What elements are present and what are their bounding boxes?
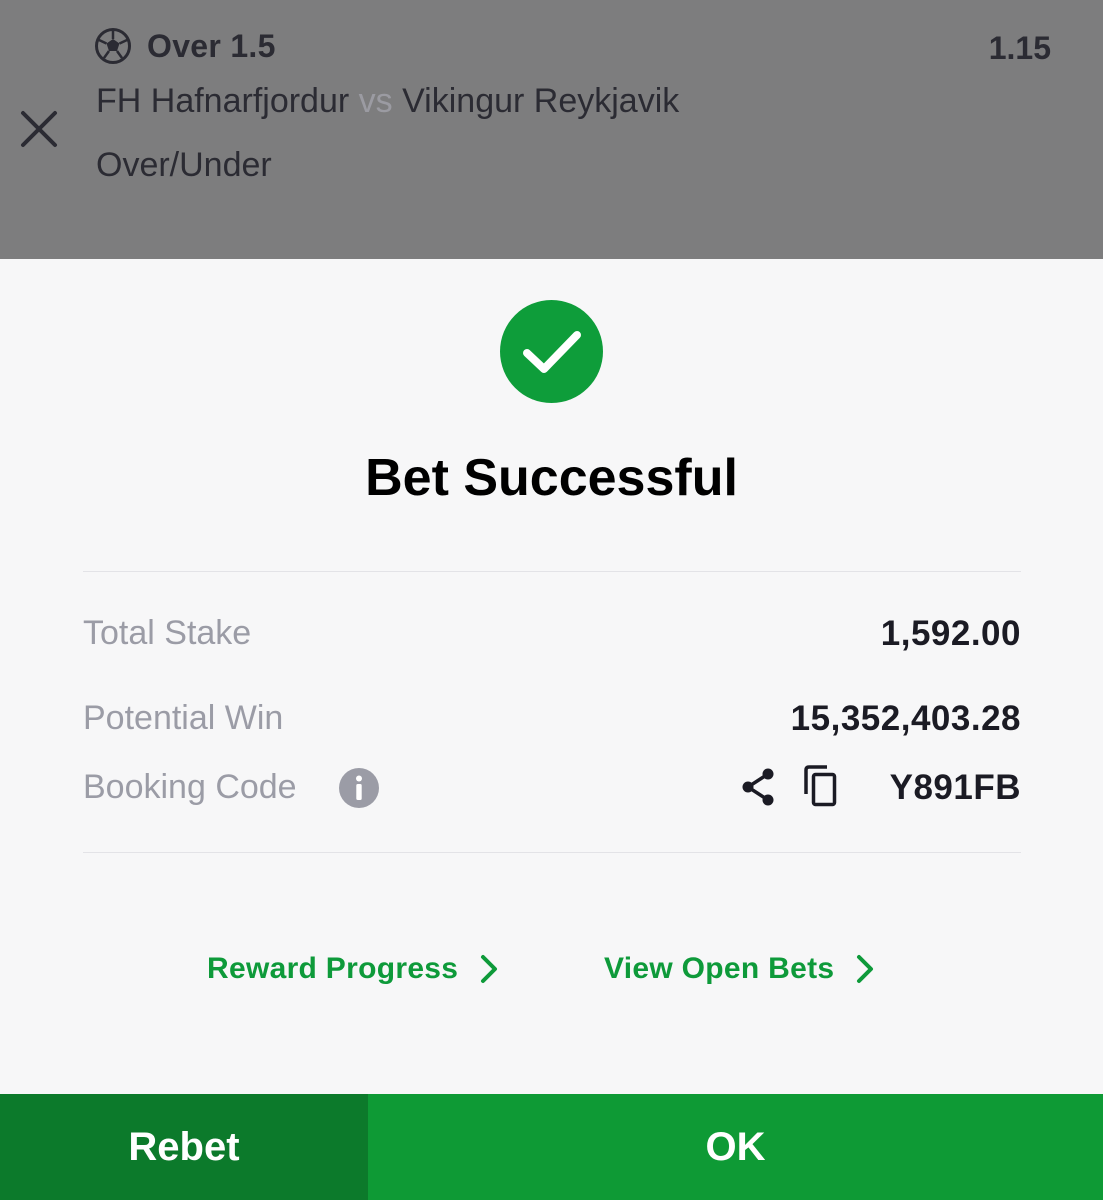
info-icon[interactable] <box>338 767 380 809</box>
selection-odds: 1.15 <box>988 30 1051 66</box>
share-icon[interactable] <box>737 766 779 808</box>
home-team: FH Hafnarfjordur <box>96 82 350 120</box>
chevron-right-icon <box>481 955 498 983</box>
check-icon <box>522 330 581 373</box>
view-open-bets-link[interactable]: View Open Bets <box>604 952 874 986</box>
total-stake-value: 1,592.00 <box>880 614 1021 653</box>
bet-slip-item: Over 1.5 1.15 FH Hafnarfjordur vs Viking… <box>0 0 1103 259</box>
potential-win-value: 15,352,403.28 <box>790 699 1021 738</box>
view-open-bets-label: View Open Bets <box>604 952 835 985</box>
divider-top <box>83 571 1021 572</box>
booking-code-value[interactable]: Y891FB <box>890 768 1021 808</box>
rebet-button[interactable]: Rebet <box>0 1094 368 1200</box>
potential-win-label: Potential Win <box>83 699 284 737</box>
total-stake-label: Total Stake <box>83 614 252 652</box>
away-team: Vikingur Reykjavik <box>402 82 680 120</box>
divider-bottom <box>83 852 1021 853</box>
booking-code-label: Booking Code <box>83 768 297 806</box>
remove-selection-button[interactable] <box>16 106 62 152</box>
close-icon <box>21 111 57 147</box>
chevron-right-icon <box>857 955 874 983</box>
match-name: FH Hafnarfjordur vs Vikingur Reykjavik <box>96 82 679 121</box>
vs-separator: vs <box>358 82 393 120</box>
selection-row: Over 1.5 <box>94 26 276 66</box>
success-badge <box>500 300 603 403</box>
copy-icon[interactable] <box>800 764 842 808</box>
ok-button[interactable]: OK <box>368 1094 1103 1200</box>
selection-name: Over 1.5 <box>147 27 276 64</box>
market-name: Over/Under <box>96 146 272 184</box>
reward-progress-link[interactable]: Reward Progress <box>207 952 498 986</box>
success-title: Bet Successful <box>365 449 738 507</box>
reward-progress-label: Reward Progress <box>207 952 459 985</box>
soccer-ball-icon <box>95 28 131 64</box>
